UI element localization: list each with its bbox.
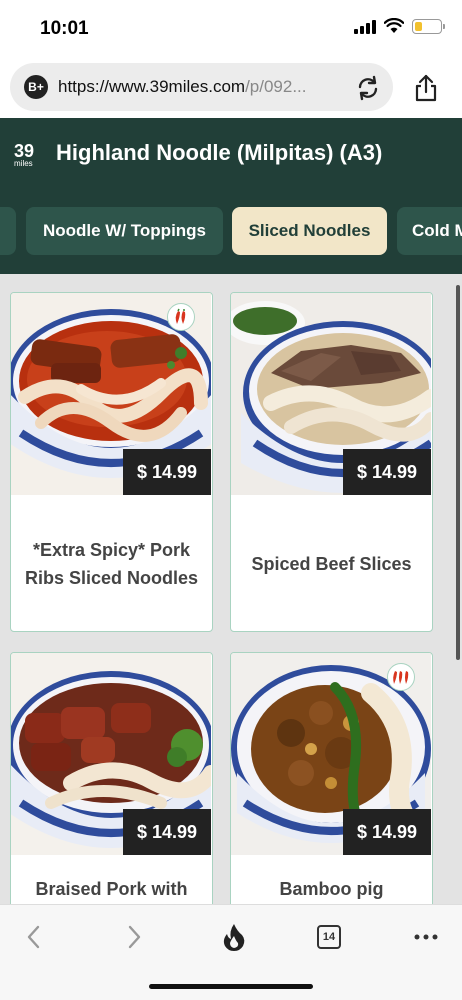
- tab-previous[interactable]: [0, 207, 16, 255]
- product-photo: $ 14.99: [11, 653, 211, 855]
- logo-number: 39: [14, 141, 35, 161]
- tab-noodle-with-toppings[interactable]: Noodle W/ Toppings: [26, 207, 223, 255]
- price-tag: $ 14.99: [123, 449, 211, 495]
- tabs-button[interactable]: 14: [313, 921, 345, 953]
- wifi-icon: [384, 18, 404, 33]
- store-header: 39 miles Highland Noodle (Milpitas) (A3)…: [0, 118, 462, 274]
- product-name: *Extra Spicy* Pork Ribs Sliced Noodles: [24, 540, 199, 588]
- product-card[interactable]: $ 14.99 Bamboo pig intestine: [230, 652, 433, 904]
- back-button[interactable]: [18, 921, 50, 953]
- share-icon[interactable]: [410, 72, 442, 104]
- product-card[interactable]: $ 14.99 Braised Pork with: [10, 652, 213, 904]
- url-path: /p/092...: [245, 77, 307, 96]
- forward-button[interactable]: [118, 921, 150, 953]
- tab-label: Noodle W/ Toppings: [42, 221, 207, 240]
- tab-label: Sliced Noodles: [248, 221, 371, 240]
- more-button[interactable]: [410, 921, 442, 953]
- spicy-pepper-icon: [167, 303, 195, 331]
- product-photo: $ 14.99: [11, 293, 211, 495]
- product-grid: $ 14.99 *Extra Spicy* Pork Ribs Sliced N…: [0, 274, 462, 904]
- price-tag: $ 14.99: [343, 449, 431, 495]
- battery-icon: [412, 18, 445, 34]
- flame-icon: [223, 924, 245, 951]
- product-photo: $ 14.99: [231, 653, 431, 855]
- url-host: https://www.39miles.com: [58, 77, 246, 96]
- reload-icon[interactable]: [355, 75, 381, 101]
- product-name: Braised Pork with: [35, 879, 188, 899]
- status-bar: 10:01: [0, 0, 462, 58]
- tab-count-icon: 14: [317, 925, 341, 949]
- price-tag: $ 14.99: [123, 809, 211, 855]
- logo-sub: miles: [14, 159, 33, 168]
- store-title: Highland Noodle (Milpitas) (A3): [56, 140, 383, 165]
- status-icons: [354, 18, 445, 34]
- tab-sliced-noodles[interactable]: Sliced Noodles: [232, 207, 387, 255]
- product-name: Spiced Beef Slices: [251, 554, 412, 574]
- address-bar[interactable]: B+ https://www.39miles.com/p/092...: [10, 63, 393, 111]
- home-indicator: [149, 984, 313, 989]
- url-text[interactable]: https://www.39miles.com/p/092...: [58, 77, 348, 97]
- product-photo: $ 14.99: [231, 293, 431, 495]
- more-dots-icon: [414, 934, 438, 940]
- scrollbar[interactable]: [456, 285, 460, 660]
- status-time: 10:01: [40, 18, 89, 39]
- site-badge-icon: B+: [24, 75, 48, 99]
- price-tag: $ 14.99: [343, 809, 431, 855]
- cellular-signal-icon: [354, 18, 376, 34]
- spicy-pepper-icon: [387, 663, 415, 691]
- category-tabs: Noodle W/ Toppings Sliced Noodles Cold M: [0, 207, 462, 255]
- product-card[interactable]: $ 14.99 Spiced Beef Slices: [230, 292, 433, 632]
- tab-label: Cold M: [412, 221, 462, 240]
- tab-cold[interactable]: Cold M: [397, 207, 462, 255]
- brand-logo: 39 miles: [14, 142, 46, 174]
- product-card[interactable]: $ 14.99 *Extra Spicy* Pork Ribs Sliced N…: [10, 292, 213, 632]
- chevron-left-icon: [27, 925, 40, 949]
- product-name: Bamboo pig intestine: [279, 879, 384, 899]
- chevron-right-icon: [128, 925, 141, 949]
- flame-button[interactable]: [218, 921, 250, 953]
